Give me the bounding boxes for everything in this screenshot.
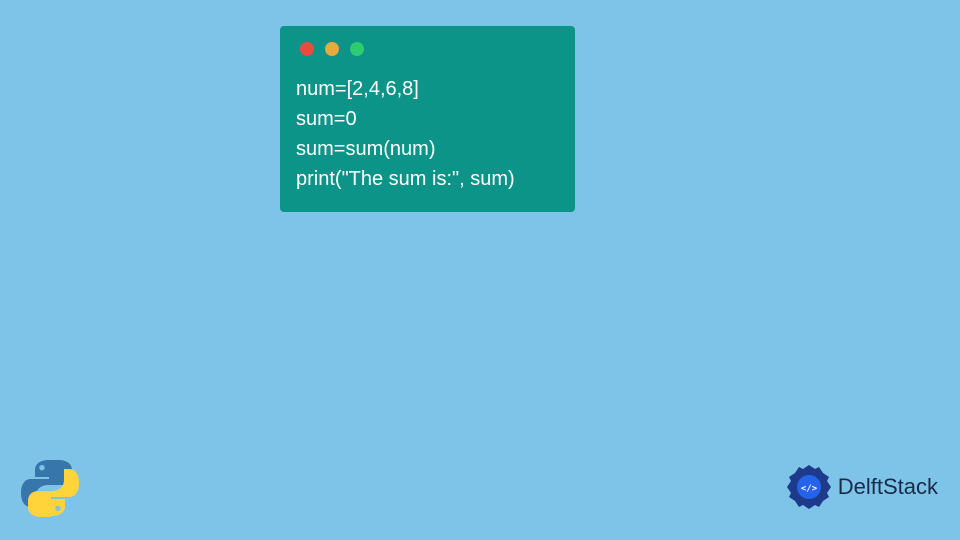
close-icon[interactable] — [300, 42, 314, 56]
maximize-icon[interactable] — [350, 42, 364, 56]
code-line: sum=0 — [296, 104, 559, 134]
code-content: num=[2,4,6,8] sum=0 sum=sum(num) print("… — [280, 68, 575, 194]
code-line: sum=sum(num) — [296, 134, 559, 164]
code-line: print("The sum is:", sum) — [296, 164, 559, 194]
delftstack-logo: </> DelftStack — [784, 462, 938, 512]
delftstack-text: DelftStack — [838, 474, 938, 500]
python-logo-icon — [18, 456, 82, 520]
window-titlebar — [280, 26, 575, 68]
svg-text:</>: </> — [801, 484, 818, 494]
delftstack-icon: </> — [784, 462, 834, 512]
minimize-icon[interactable] — [325, 42, 339, 56]
code-line: num=[2,4,6,8] — [296, 74, 559, 104]
code-window: num=[2,4,6,8] sum=0 sum=sum(num) print("… — [280, 26, 575, 212]
